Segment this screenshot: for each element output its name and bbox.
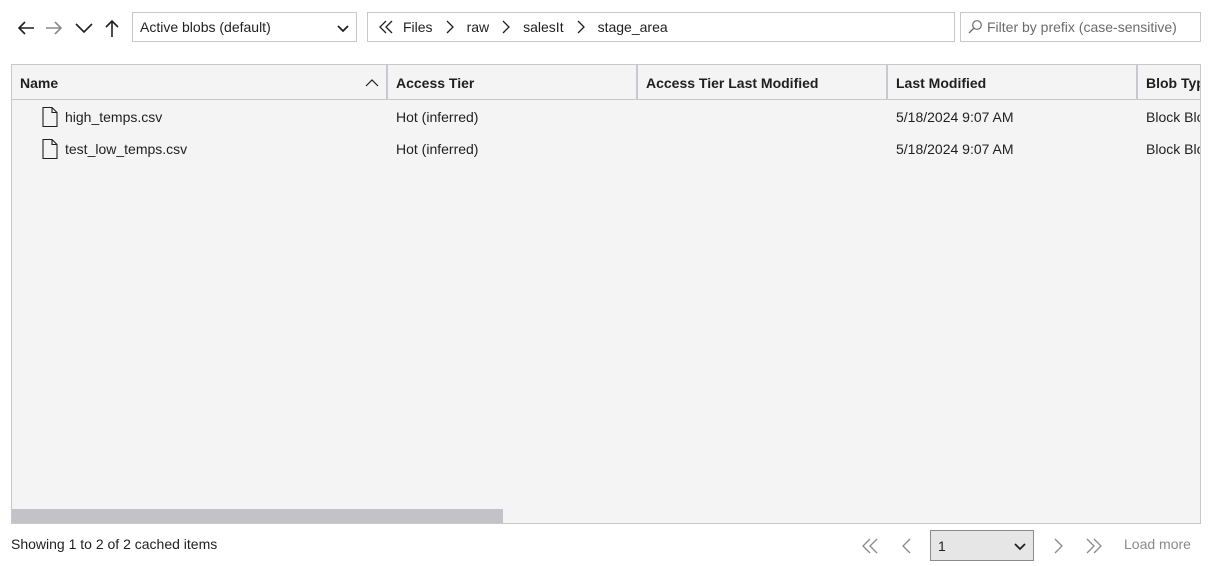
column-header-access-tier-last-modified[interactable]: Access Tier Last Modified — [638, 65, 888, 100]
file-name: high_temps.csv — [65, 109, 163, 125]
last-page-button[interactable] — [1082, 533, 1106, 559]
double-chevron-left-icon[interactable] — [376, 17, 396, 37]
blob-type-cell: Block Blob — [1146, 141, 1200, 157]
arrow-up-icon — [105, 19, 119, 37]
column-header-label: Access Tier — [396, 74, 475, 91]
search-icon — [968, 20, 982, 34]
table-row[interactable]: test_low_temps.csv Hot (inferred) 5/18/2… — [12, 133, 1200, 165]
filter-box — [960, 12, 1201, 42]
filter-input[interactable] — [983, 19, 1193, 35]
toolbar: Active blobs (default) Files raw salesIt… — [0, 0, 1210, 56]
arrow-right-icon — [46, 21, 63, 35]
column-header-name[interactable]: Name — [12, 65, 388, 100]
column-header-label: Name — [20, 74, 59, 91]
name-cell: high_temps.csv — [40, 101, 162, 133]
next-page-button[interactable] — [1046, 533, 1070, 559]
breadcrumb-item-salesit[interactable]: salesIt — [516, 19, 570, 35]
file-icon — [40, 138, 60, 160]
forward-button[interactable] — [41, 15, 67, 41]
chevron-right-icon — [571, 17, 591, 37]
load-more-button[interactable]: Load more — [1124, 536, 1191, 552]
chevron-right-icon — [440, 17, 460, 37]
column-header-last-modified[interactable]: Last Modified — [888, 65, 1138, 100]
access-tier-cell: Hot (inferred) — [396, 109, 479, 125]
last-modified-cell: 5/18/2024 9:07 AM — [896, 141, 1014, 157]
back-button[interactable] — [13, 15, 39, 41]
breadcrumb-item-files[interactable]: Files — [396, 19, 440, 35]
scrollbar-thumb[interactable] — [12, 509, 503, 523]
breadcrumb-item-raw[interactable]: raw — [460, 19, 497, 35]
table-row[interactable]: high_temps.csv Hot (inferred) 5/18/2024 … — [12, 101, 1200, 133]
chevron-down-icon — [337, 25, 349, 33]
column-header-label: Access Tier Last Modified — [646, 74, 819, 91]
chevron-left-icon — [902, 538, 911, 554]
column-header-label: Last Modified — [896, 74, 987, 91]
up-button[interactable] — [99, 15, 125, 41]
horizontal-scrollbar[interactable] — [12, 509, 1200, 523]
last-modified-cell: 5/18/2024 9:07 AM — [896, 109, 1014, 125]
previous-page-button[interactable] — [895, 533, 919, 559]
chevron-right-icon — [1054, 538, 1063, 554]
first-page-button[interactable] — [858, 533, 882, 559]
name-cell: test_low_temps.csv — [40, 133, 187, 165]
sort-ascending-icon — [365, 79, 379, 87]
blob-grid: Name Access Tier Access Tier Last Modifi… — [11, 64, 1201, 524]
blob-type-cell: Block Blob — [1146, 109, 1200, 125]
file-icon — [40, 106, 60, 128]
chevron-down-icon — [1014, 543, 1026, 551]
double-chevron-right-icon — [1086, 538, 1102, 554]
column-header-access-tier[interactable]: Access Tier — [388, 65, 638, 100]
view-select[interactable]: Active blobs (default) — [132, 12, 357, 42]
page-select[interactable]: 1 — [930, 530, 1034, 561]
double-chevron-left-icon — [862, 538, 878, 554]
chevron-right-icon — [496, 17, 516, 37]
access-tier-cell: Hot (inferred) — [396, 141, 479, 157]
column-header-label: Blob Type — [1146, 74, 1200, 91]
column-header-blob-type[interactable]: Blob Type — [1138, 65, 1200, 100]
page-select-value: 1 — [938, 537, 946, 554]
view-select-value: Active blobs (default) — [140, 19, 271, 35]
breadcrumb-item-stage-area[interactable]: stage_area — [591, 19, 675, 35]
arrow-left-icon — [17, 21, 34, 35]
chevron-down-icon — [75, 23, 93, 34]
file-name: test_low_temps.csv — [65, 141, 188, 157]
recent-locations-button[interactable] — [71, 15, 97, 41]
breadcrumb: Files raw salesIt stage_area — [367, 12, 955, 42]
grid-header: Name Access Tier Access Tier Last Modifi… — [12, 65, 1200, 100]
status-text: Showing 1 to 2 of 2 cached items — [11, 536, 218, 552]
